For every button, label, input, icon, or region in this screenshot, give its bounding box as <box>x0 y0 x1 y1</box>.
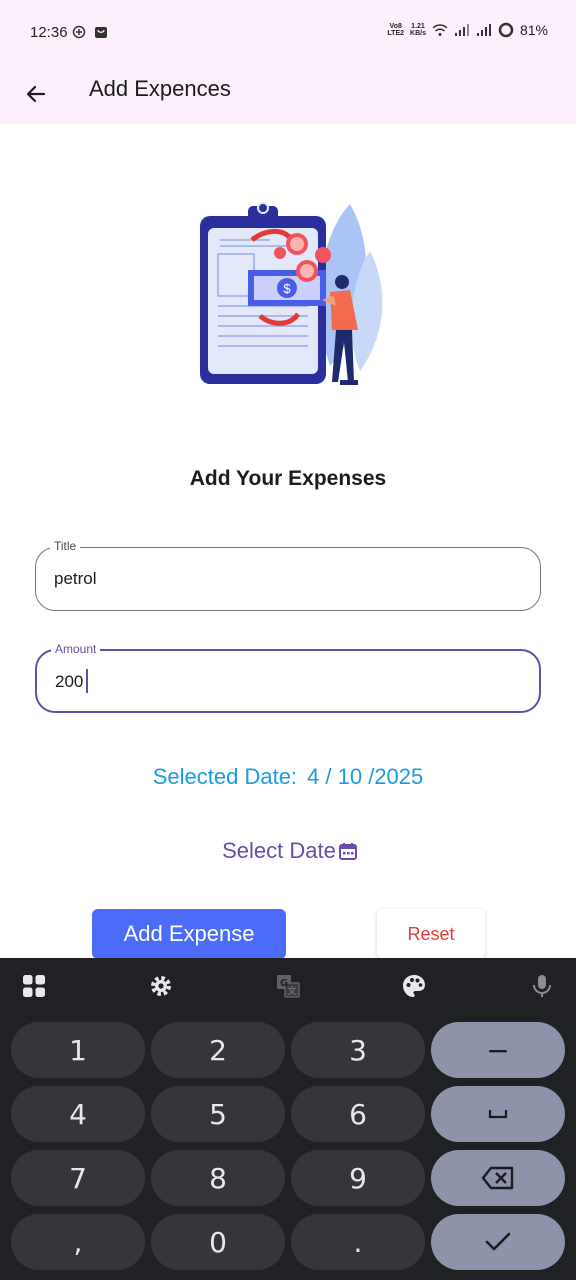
amount-field[interactable]: Amount <box>35 642 541 713</box>
key-comma[interactable]: , <box>11 1214 145 1270</box>
key-space[interactable] <box>431 1086 565 1142</box>
text-cursor <box>86 669 88 693</box>
amount-field-label: Amount <box>51 642 101 656</box>
title-field[interactable]: Title <box>35 539 541 611</box>
battery-icon <box>498 22 514 38</box>
svg-text:文: 文 <box>287 985 296 997</box>
shopping-bag-icon <box>95 27 107 38</box>
add-expense-button[interactable]: Add Expense <box>92 909 286 959</box>
backspace-icon <box>481 1166 514 1190</box>
key-9[interactable]: 9 <box>291 1150 425 1206</box>
signal-icon-1 <box>454 24 469 36</box>
numeric-keyboard: G文 1 2 3 − 4 5 6 7 8 9 , 0 . <box>0 958 576 1280</box>
key-done[interactable] <box>431 1214 565 1270</box>
selected-date-label: Selected Date: <box>152 764 298 789</box>
apps-grid-icon[interactable] <box>18 970 50 1002</box>
title-input[interactable] <box>54 566 514 592</box>
select-date-label: Select Date <box>222 838 336 863</box>
back-button[interactable] <box>18 76 54 112</box>
network-speed: 1.21 KB/s <box>410 23 426 37</box>
key-1[interactable]: 1 <box>11 1022 145 1078</box>
key-6[interactable]: 6 <box>291 1086 425 1142</box>
key-minus[interactable]: − <box>431 1022 565 1078</box>
key-2[interactable]: 2 <box>151 1022 285 1078</box>
arrow-back-icon <box>26 85 46 103</box>
key-period[interactable]: . <box>291 1214 425 1270</box>
app-bar: Add Expences <box>0 64 576 124</box>
select-date-button[interactable]: Select Date <box>210 834 370 868</box>
space-icon <box>488 1110 508 1119</box>
status-time: 12:36 <box>30 24 68 41</box>
title-field-label: Title <box>50 539 81 553</box>
checkmark-icon <box>485 1232 511 1251</box>
key-7[interactable]: 7 <box>11 1150 145 1206</box>
svg-text:$: $ <box>283 281 291 296</box>
key-8[interactable]: 8 <box>151 1150 285 1206</box>
section-heading: Add Your Expenses <box>189 467 387 490</box>
gear-icon[interactable] <box>145 970 177 1002</box>
key-5[interactable]: 5 <box>151 1086 285 1142</box>
expense-illustration: $ <box>200 202 383 385</box>
network-type-icon: Vo8 LTE2 <box>387 23 405 37</box>
key-0[interactable]: 0 <box>151 1214 285 1270</box>
page-title: Add Expences <box>89 76 231 101</box>
reset-button[interactable]: Reset <box>377 909 485 959</box>
translate-icon[interactable]: G文 <box>272 970 304 1002</box>
calendar-icon <box>338 843 357 860</box>
amount-input[interactable] <box>55 669 515 695</box>
key-3[interactable]: 3 <box>291 1022 425 1078</box>
wifi-icon <box>432 24 448 36</box>
selected-date-text: Selected Date: 4 / 10 /2025 <box>0 764 576 790</box>
signal-icon-2 <box>476 24 491 36</box>
key-4[interactable]: 4 <box>11 1086 145 1142</box>
battery-level: 81% <box>519 22 548 38</box>
selected-date-value: 4 / 10 /2025 <box>307 764 424 789</box>
mic-icon[interactable] <box>526 970 558 1002</box>
status-bar: 12:36 Vo8 LTE2 1.21 KB/s 81% <box>0 0 576 64</box>
vpn-icon <box>72 25 86 39</box>
keyboard-toolbar: G文 <box>0 958 576 1014</box>
key-backspace[interactable] <box>431 1150 565 1206</box>
palette-icon[interactable] <box>398 970 430 1002</box>
